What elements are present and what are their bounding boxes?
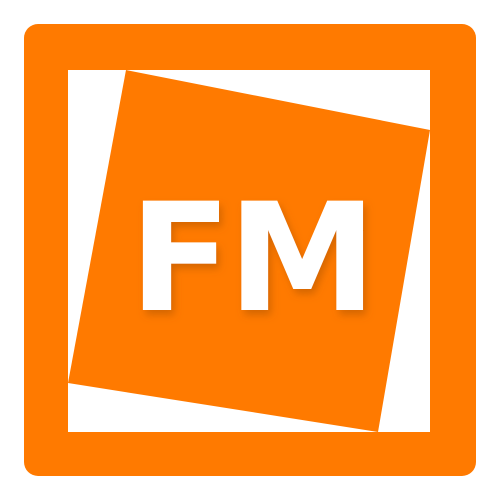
fm-app-icon: FM — [24, 24, 476, 476]
icon-label: FM — [129, 172, 373, 346]
app-icon-canvas: FM — [0, 0, 500, 500]
